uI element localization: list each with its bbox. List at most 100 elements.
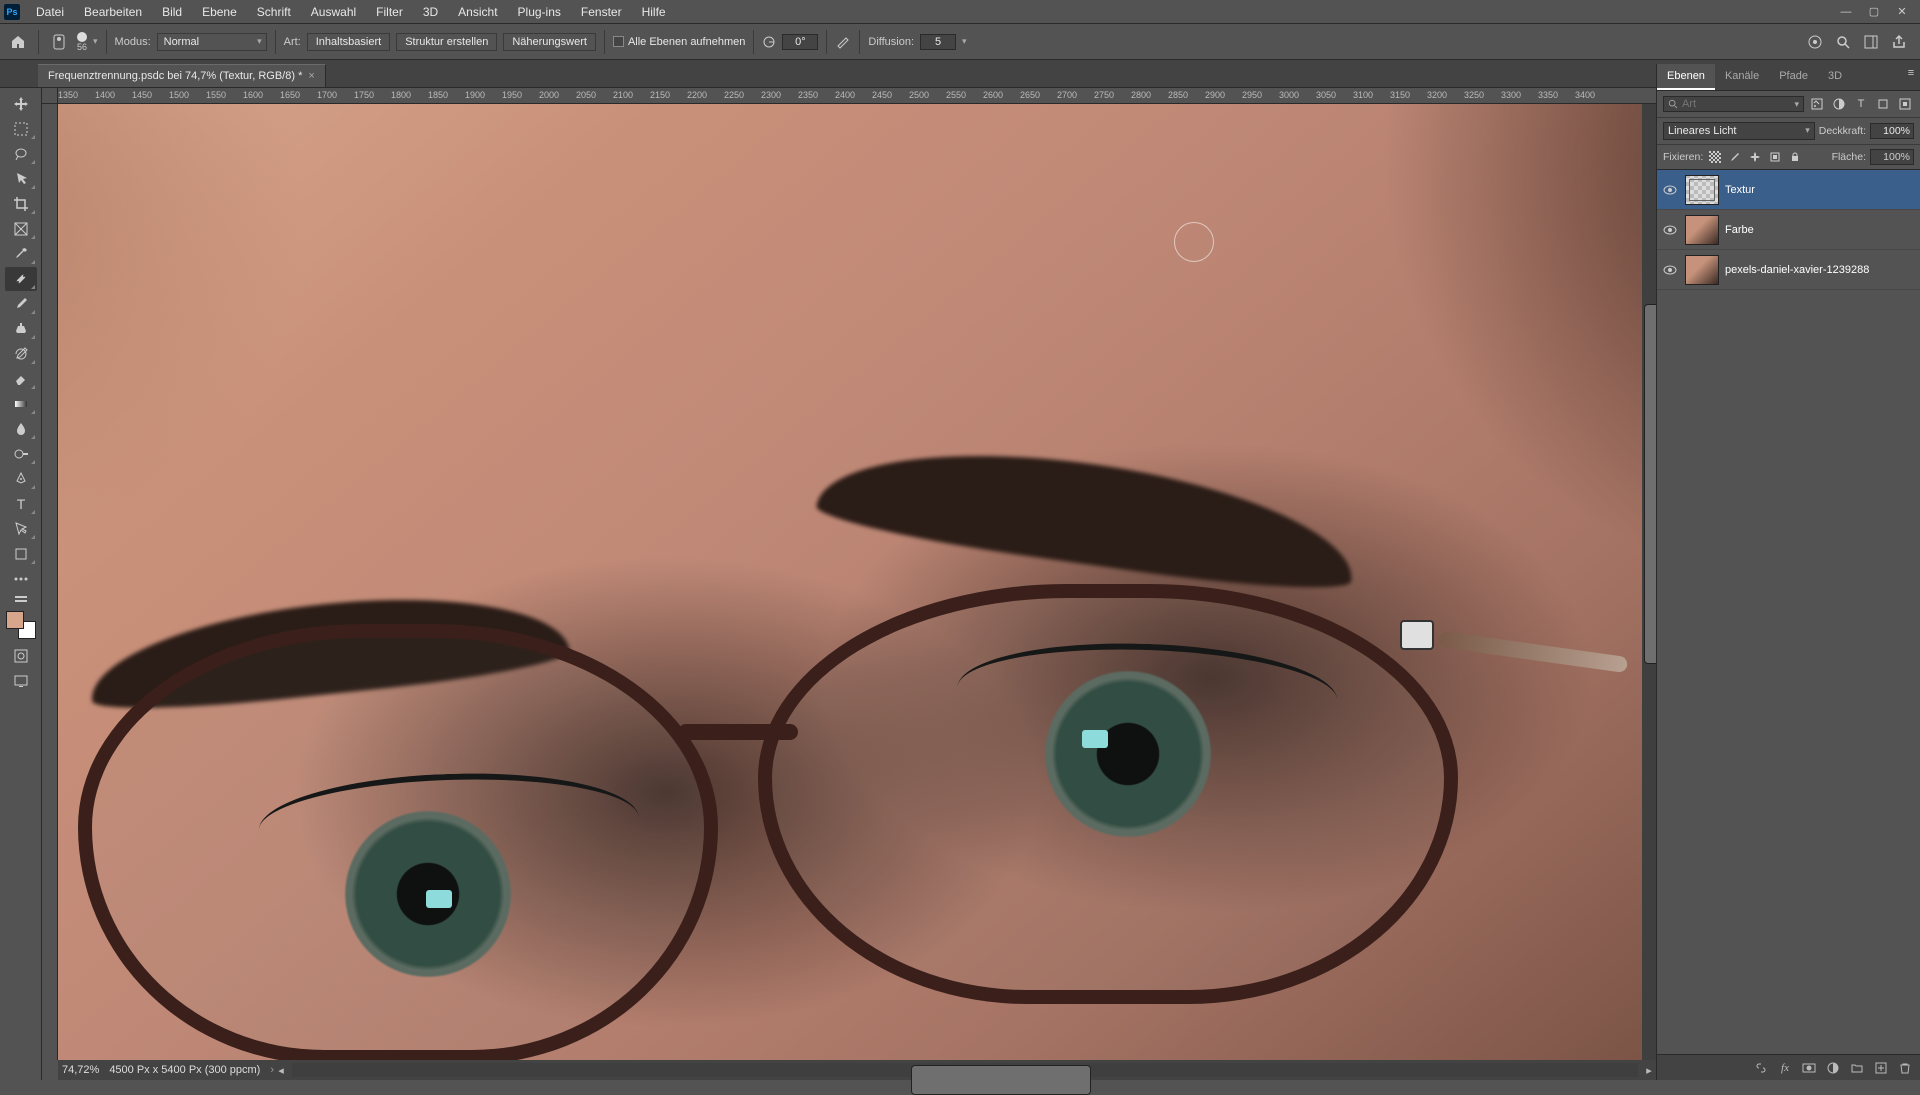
lock-pixels-icon[interactable] [1727, 148, 1743, 166]
foreground-color-swatch[interactable] [6, 611, 24, 629]
panel-menu-button[interactable]: ≡ [1902, 64, 1920, 82]
lock-artboard-icon[interactable] [1767, 148, 1783, 166]
menu-datei[interactable]: Datei [26, 0, 74, 24]
history-brush-tool[interactable] [5, 342, 37, 366]
crop-tool[interactable] [5, 192, 37, 216]
move-tool[interactable] [5, 92, 37, 116]
filter-smart-icon[interactable] [1896, 95, 1914, 113]
tab-3d[interactable]: 3D [1818, 64, 1852, 90]
angle-input[interactable]: 0° [782, 34, 818, 50]
lock-transparency-icon[interactable] [1707, 148, 1723, 166]
layer-row[interactable]: Farbe [1657, 210, 1920, 250]
blend-mode-select[interactable]: Lineares Licht [1663, 122, 1815, 140]
scroll-left-button[interactable]: ◂ [274, 1063, 288, 1077]
scrollbar-thumb[interactable] [911, 1065, 1091, 1095]
home-button[interactable] [6, 30, 30, 54]
new-layer-icon[interactable] [1872, 1059, 1890, 1077]
lasso-tool[interactable] [5, 142, 37, 166]
path-selection-tool[interactable] [5, 517, 37, 541]
menu-3d[interactable]: 3D [413, 0, 448, 24]
layer-thumbnail[interactable] [1685, 215, 1719, 245]
pen-tool[interactable] [5, 467, 37, 491]
opacity-input[interactable]: 100% [1870, 123, 1914, 139]
layer-thumbnail[interactable] [1685, 255, 1719, 285]
ruler-origin[interactable] [42, 88, 58, 104]
workspace-icon[interactable] [1862, 33, 1880, 51]
filter-type-icon[interactable]: T [1852, 95, 1870, 113]
fill-input[interactable]: 100% [1870, 149, 1914, 165]
selection-tool[interactable] [5, 167, 37, 191]
vertical-scrollbar[interactable] [1642, 104, 1656, 1060]
lock-position-icon[interactable] [1747, 148, 1763, 166]
diffusion-dropdown-icon[interactable]: ▾ [962, 36, 967, 47]
shape-tool[interactable] [5, 542, 37, 566]
link-layers-icon[interactable] [1752, 1059, 1770, 1077]
layer-row[interactable]: Textur [1657, 170, 1920, 210]
more-tools[interactable] [5, 567, 37, 591]
filter-adjustment-icon[interactable] [1830, 95, 1848, 113]
quick-mask-button[interactable] [5, 644, 37, 668]
sample-all-layers-checkbox[interactable]: Alle Ebenen aufnehmen [613, 36, 745, 48]
layer-search-input[interactable] [1682, 98, 1791, 110]
brush-preset-picker[interactable]: 56 [77, 32, 87, 52]
menu-bild[interactable]: Bild [152, 0, 192, 24]
share-icon[interactable] [1890, 33, 1908, 51]
brush-dropdown-icon[interactable]: ▾ [93, 36, 98, 47]
menu-bearbeiten[interactable]: Bearbeiten [74, 0, 152, 24]
maximize-button[interactable]: ▢ [1862, 3, 1886, 21]
tab-ebenen[interactable]: Ebenen [1657, 64, 1715, 90]
layer-thumbnail[interactable] [1685, 175, 1719, 205]
tab-kanaele[interactable]: Kanäle [1715, 64, 1769, 90]
cloud-docs-icon[interactable] [1806, 33, 1824, 51]
search-icon[interactable] [1834, 33, 1852, 51]
create-texture-button[interactable]: Struktur erstellen [396, 33, 497, 51]
dodge-tool[interactable] [5, 442, 37, 466]
scrollbar-thumb[interactable] [1644, 304, 1656, 664]
visibility-toggle[interactable] [1663, 183, 1679, 197]
mode-select[interactable]: Normal [157, 33, 267, 51]
menu-schrift[interactable]: Schrift [247, 0, 301, 24]
layer-name[interactable]: Textur [1725, 184, 1755, 196]
menu-filter[interactable]: Filter [366, 0, 413, 24]
eraser-tool[interactable] [5, 367, 37, 391]
minimize-button[interactable]: — [1834, 3, 1858, 21]
layer-mask-icon[interactable] [1800, 1059, 1818, 1077]
layer-search[interactable]: ▾ [1663, 96, 1804, 112]
pressure-icon[interactable] [835, 34, 851, 50]
delete-layer-icon[interactable] [1896, 1059, 1914, 1077]
layer-name[interactable]: Farbe [1725, 224, 1754, 236]
tab-pfade[interactable]: Pfade [1769, 64, 1818, 90]
healing-brush-tool[interactable] [5, 267, 37, 291]
menu-hilfe[interactable]: Hilfe [632, 0, 676, 24]
brush-tool[interactable] [5, 292, 37, 316]
edit-toolbar[interactable] [5, 592, 37, 606]
horizontal-ruler[interactable]: 1350140014501500155016001650170017501800… [58, 88, 1656, 104]
marquee-tool[interactable] [5, 117, 37, 141]
content-aware-button[interactable]: Inhaltsbasiert [307, 33, 390, 51]
lock-all-icon[interactable] [1787, 148, 1803, 166]
menu-plugins[interactable]: Plug-ins [508, 0, 571, 24]
gradient-tool[interactable] [5, 392, 37, 416]
visibility-toggle[interactable] [1663, 223, 1679, 237]
document-tab[interactable]: Frequenztrennung.psdc bei 74,7% (Textur,… [38, 64, 326, 87]
horizontal-scrollbar[interactable] [292, 1063, 1638, 1077]
tool-preset-button[interactable] [47, 30, 71, 54]
frame-tool[interactable] [5, 217, 37, 241]
blur-tool[interactable] [5, 417, 37, 441]
vertical-ruler[interactable] [42, 104, 58, 1060]
visibility-toggle[interactable] [1663, 263, 1679, 277]
proximity-match-button[interactable]: Näherungswert [503, 33, 596, 51]
group-icon[interactable] [1848, 1059, 1866, 1077]
canvas[interactable] [58, 104, 1656, 1060]
clone-stamp-tool[interactable] [5, 317, 37, 341]
layer-row[interactable]: pexels-daniel-xavier-1239288 [1657, 250, 1920, 290]
type-tool[interactable]: T [5, 492, 37, 516]
menu-ansicht[interactable]: Ansicht [448, 0, 507, 24]
layer-name[interactable]: pexels-daniel-xavier-1239288 [1725, 264, 1869, 276]
color-swatches[interactable] [6, 611, 36, 639]
filter-shape-icon[interactable] [1874, 95, 1892, 113]
filter-pixel-icon[interactable] [1808, 95, 1826, 113]
layer-style-icon[interactable]: fx [1776, 1059, 1794, 1077]
eyedropper-tool[interactable] [5, 242, 37, 266]
menu-ebene[interactable]: Ebene [192, 0, 247, 24]
